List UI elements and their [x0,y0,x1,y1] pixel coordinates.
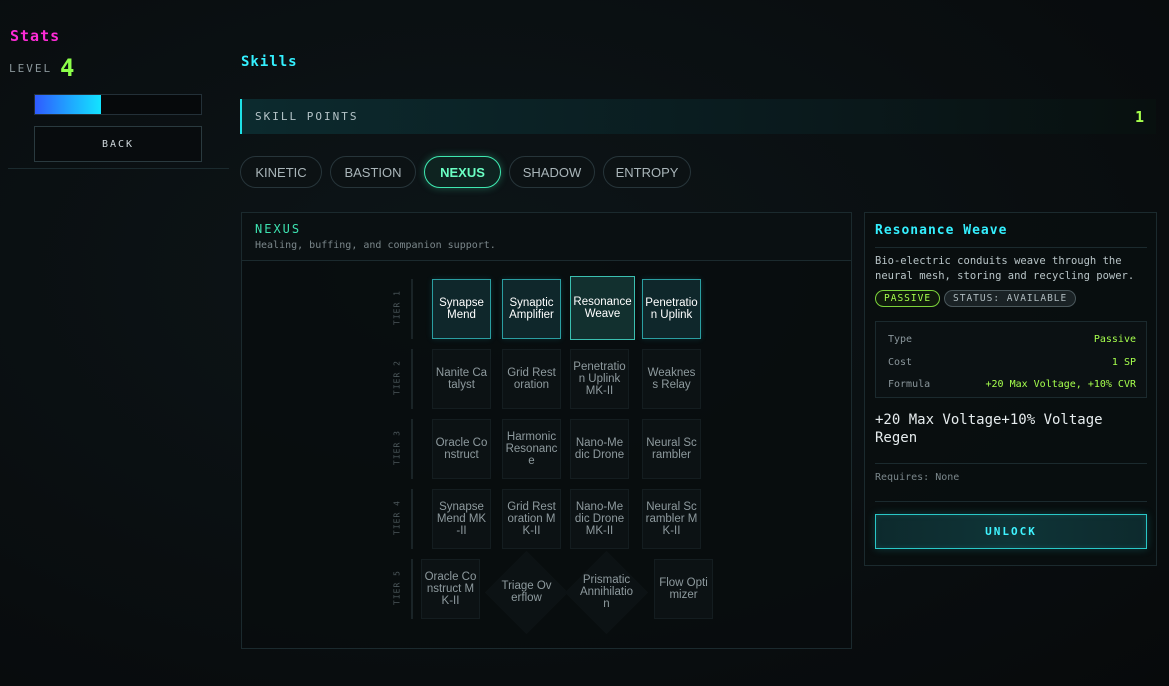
tier-connector-line [411,279,413,339]
skill-node-oracle-construct[interactable]: Oracle Construct [432,419,491,479]
skill-status-badge: STATUS: AVAILABLE [944,290,1077,307]
info-row-type: Type Passive [888,334,1136,345]
tier-label: TIER 3 [392,430,402,465]
detail-divider [875,501,1147,502]
skill-node-grid-restoration-mk-ii[interactable]: Grid Restoration MK-II [502,489,561,549]
skill-node-synapse-mend[interactable]: Synapse Mend [432,279,491,339]
skill-detail-panel: Resonance Weave Bio-electric conduits we… [864,212,1157,566]
skill-node-grid-restoration[interactable]: Grid Restoration [502,349,561,409]
tier-connector-line [411,349,413,409]
skill-requirements: Requires: None [875,472,960,483]
skill-tree-subtitle: Healing, buffing, and companion support. [255,240,496,251]
skill-node-flow-optimizer[interactable]: Flow Optimizer [654,559,713,619]
detail-divider [875,247,1147,248]
stats-title: Stats [10,27,61,45]
info-key: Cost [888,357,913,368]
skill-info-box: Type Passive Cost 1 SP Formula +20 Max V… [875,321,1147,398]
skill-points-label: SKILL POINTS [255,110,359,123]
skill-tree-tabs: KINETIC BASTION NEXUS SHADOW ENTROPY [240,156,691,188]
skill-tree-header: NEXUS Healing, buffing, and companion su… [242,213,851,261]
tier-connector-line [411,559,413,619]
skill-node-nano-medic-drone[interactable]: Nano-Medic Drone [570,419,629,479]
skill-type-badge: PASSIVE [875,290,941,307]
skill-node-nanite-catalyst[interactable]: Nanite Catalyst [432,349,491,409]
info-key: Formula [888,379,931,390]
skills-title: Skills [241,54,298,70]
sidebar-divider [8,168,229,169]
back-button[interactable]: BACK [34,126,202,162]
info-value: 1 SP [1111,357,1136,368]
tier-label: TIER 5 [392,570,402,605]
tier-connector-line [411,419,413,479]
skill-node-prismatic-annihilation[interactable]: Prismatic Annihilation [579,562,635,622]
skill-points-bar: SKILL POINTS 1 [240,99,1156,134]
xp-progress-fill [35,95,102,114]
tab-shadow[interactable]: SHADOW [509,156,595,188]
skill-tree-title: NEXUS [255,222,302,236]
tab-nexus[interactable]: NEXUS [424,156,501,188]
info-key: Type [888,334,913,345]
tier-label: TIER 2 [392,360,402,395]
skill-node-nano-medic-drone-mk-ii[interactable]: Nano-Medic Drone MK-II [570,489,629,549]
detail-divider [875,463,1147,464]
skill-node-synaptic-amplifier[interactable]: Synaptic Amplifier [502,279,561,339]
skill-node-harmonic-resonance[interactable]: Harmonic Resonance [502,419,561,479]
skill-node-weakness-relay[interactable]: Weakness Relay [642,349,701,409]
unlock-button[interactable]: UNLOCK [875,514,1147,549]
tier-label: TIER 1 [392,290,402,325]
xp-progress-bar [34,94,202,115]
info-row-formula: Formula +20 Max Voltage, +10% CVR [888,379,1136,390]
sidebar: Stats LEVEL 4 BACK [0,0,230,686]
skill-detail-title: Resonance Weave [875,223,1008,238]
tab-kinetic[interactable]: KINETIC [240,156,322,188]
tier-label: TIER 4 [392,500,402,535]
skill-node-synapse-mend-mk-ii[interactable]: Synapse Mend MK-II [432,489,491,549]
tab-bastion[interactable]: BASTION [330,156,416,188]
skill-node-penetration-uplink[interactable]: Penetration Uplink [642,279,701,339]
skill-node-neural-scrambler-mk-ii[interactable]: Neural Scrambler MK-II [642,489,701,549]
skill-effect-text: +20 Max Voltage+10% Voltage Regen [875,412,1103,446]
skill-node-triage-overflow[interactable]: Triage Overflow [499,562,555,622]
skill-node-neural-scrambler[interactable]: Neural Scrambler [642,419,701,479]
skill-node-resonance-weave[interactable]: Resonance Weave [570,276,635,340]
info-value: Passive [1093,334,1136,345]
info-row-cost: Cost 1 SP [888,357,1136,368]
level-label: LEVEL [9,62,53,75]
tab-entropy[interactable]: ENTROPY [603,156,691,188]
skill-points-value: 1 [1134,107,1144,126]
tier-connector-line [411,489,413,549]
info-value: +20 Max Voltage, +10% CVR [985,379,1136,390]
skill-description: Bio-electric conduits weave through the … [875,255,1135,282]
level-value: 4 [60,54,75,82]
skill-node-penetration-uplink-mk-ii[interactable]: Penetration Uplink MK-II [570,349,629,409]
skill-node-oracle-construct-mk-ii[interactable]: Oracle Construct MK-II [421,559,480,619]
skill-tree-panel: NEXUS Healing, buffing, and companion su… [241,212,852,649]
